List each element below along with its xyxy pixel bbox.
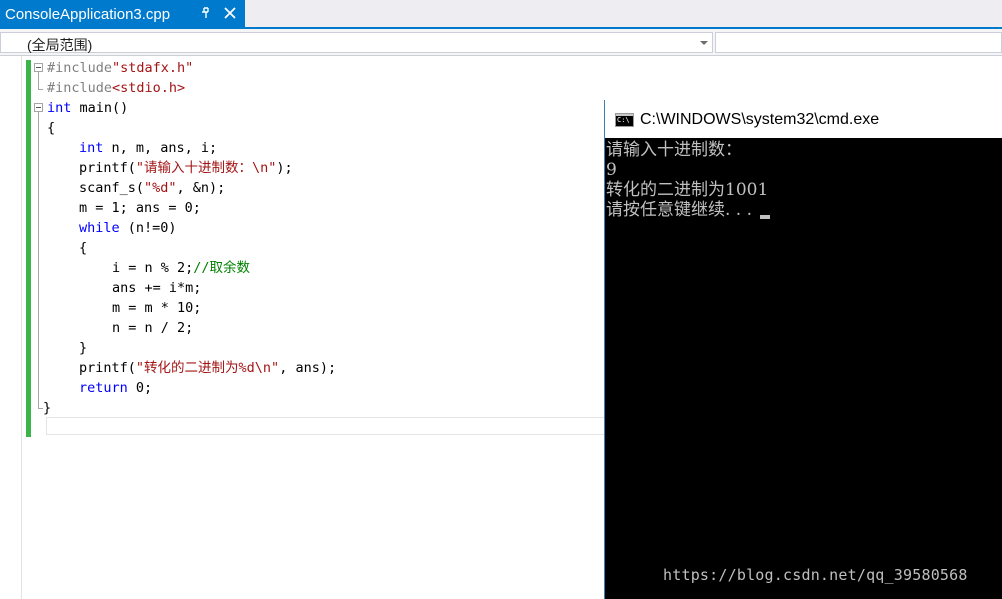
code-line-3: int main()	[47, 98, 128, 118]
include-path: <stdio.h>	[112, 80, 186, 96]
current-line-highlight[interactable]	[46, 417, 606, 435]
text-cursor	[760, 215, 771, 219]
member-dropdown[interactable]	[715, 32, 1002, 53]
code-line-8: m = 1; ans = 0;	[79, 200, 201, 216]
console-line: 请输入十进制数：	[606, 140, 742, 160]
code-text: scanf_s(	[79, 180, 145, 196]
navigation-bar: (全局范围)	[0, 29, 1002, 56]
code-line-11: i = n % 2;//取余数	[112, 258, 250, 278]
code-line-7: scanf_s("%d", &n);	[79, 178, 225, 198]
code-line-12: ans += i*m;	[112, 280, 202, 296]
code-text: main()	[71, 100, 129, 116]
console-line: 9	[606, 160, 617, 180]
collapse-toggle-icon[interactable]	[34, 63, 43, 72]
scope-dropdown-value: (全局范围)	[27, 37, 93, 53]
tab-consoleapplication3-cpp[interactable]: ConsoleApplication3.cpp	[0, 0, 245, 29]
string-literal: "转化的二进制为%d\n"	[135, 360, 280, 376]
code-line-2: #include<stdio.h>	[47, 78, 185, 98]
code-line-5: int n, m, ans, i;	[79, 138, 217, 158]
editor-margin-divider	[21, 56, 22, 599]
console-line: 请按任意键继续. . .	[606, 200, 1001, 220]
code-line-15: }	[79, 340, 88, 356]
fold-guide	[38, 72, 39, 89]
scope-dropdown[interactable]: (全局范围)	[0, 32, 713, 53]
string-literal: "请输入十进制数：\n"	[135, 160, 277, 176]
code-text: printf(	[79, 160, 136, 176]
code-line-4: {	[47, 120, 56, 136]
code-text: , &n);	[176, 180, 226, 196]
keyword: int	[79, 140, 104, 156]
code-line-18: }	[43, 400, 52, 416]
code-text: (n!=0)	[119, 220, 177, 236]
keyword: return	[79, 380, 128, 396]
code-line-9: while (n!=0)	[79, 218, 177, 238]
fold-guide	[38, 89, 43, 90]
collapse-toggle-icon[interactable]	[34, 103, 43, 112]
console-output: 请输入十进制数： 9 转化的二进制为1001 请按任意键继续. . .	[606, 140, 1001, 220]
console-title: C:\WINDOWS\system32\cmd.exe	[640, 111, 880, 128]
tab-title: ConsoleApplication3.cpp	[5, 6, 171, 23]
code-text: printf(	[79, 360, 136, 376]
code-text: , ans);	[279, 360, 337, 376]
keyword: while	[79, 220, 120, 236]
code-text: n, m, ans, i;	[103, 140, 218, 156]
preprocessor-directive: #include	[47, 60, 113, 76]
code-line-17: return 0;	[79, 378, 152, 398]
code-text: 0;	[127, 380, 153, 396]
code-line-10: {	[79, 240, 88, 256]
code-text: );	[276, 160, 293, 176]
chevron-down-icon[interactable]	[700, 41, 708, 45]
keyword: int	[47, 100, 72, 116]
cmd-icon	[615, 113, 634, 127]
console-window[interactable]: C:\WINDOWS\system32\cmd.exe 请输入十进制数： 9 转…	[604, 100, 1002, 599]
code-text: i = n % 2;	[112, 260, 194, 276]
code-line-6: printf("请输入十进制数：\n");	[79, 158, 293, 178]
console-prompt-text: 请按任意键继续. . .	[606, 200, 753, 220]
close-icon[interactable]	[223, 6, 237, 20]
preprocessor-directive: #include	[47, 80, 113, 96]
code-comment: //取余数	[193, 260, 251, 276]
document-tab-strip: ConsoleApplication3.cpp	[0, 0, 1002, 29]
change-tracking-bar	[26, 60, 31, 437]
string-literal: "%d"	[144, 180, 177, 196]
code-line-13: m = m * 10;	[112, 300, 202, 316]
fold-guide	[38, 112, 39, 408]
code-line-14: n = n / 2;	[112, 320, 194, 336]
console-title-bar[interactable]: C:\WINDOWS\system32\cmd.exe	[605, 100, 1002, 138]
code-line-16: printf("转化的二进制为%d\n", ans);	[79, 358, 336, 378]
include-path: "stdafx.h"	[112, 60, 194, 76]
code-line-1: #include"stdafx.h"	[47, 58, 193, 78]
watermark-url: https://blog.csdn.net/qq_39580568	[663, 566, 968, 584]
console-line: 转化的二进制为1001	[606, 180, 769, 200]
pin-icon[interactable]	[199, 6, 213, 20]
